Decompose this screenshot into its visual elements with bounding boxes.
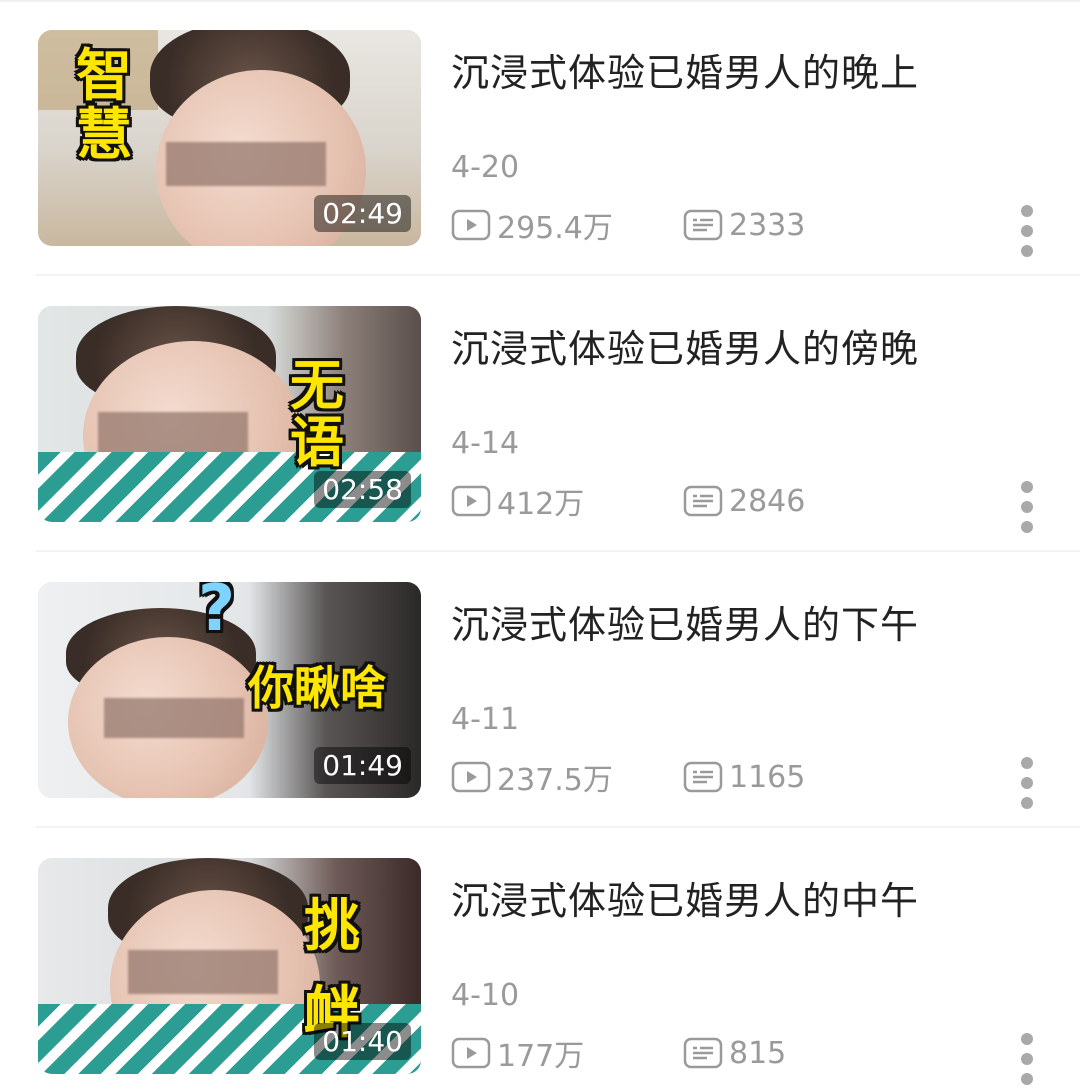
duration-badge: 02:58 <box>314 471 411 508</box>
more-vertical-icon[interactable] <box>1018 205 1036 257</box>
danmaku-count-value: 2333 <box>729 207 806 243</box>
play-count: 177万 <box>451 1033 585 1074</box>
video-item[interactable]: 挑 衅 01:40 沉浸式体验已婚男人的中午 4-10 177万 815 <box>0 828 1080 1090</box>
more-vertical-icon[interactable] <box>1018 1033 1036 1085</box>
danmaku-count-value: 1165 <box>729 759 806 795</box>
video-item[interactable]: ? 你瞅啥 01:49 沉浸式体验已婚男人的下午 4-11 237.5万 116… <box>0 552 1080 828</box>
danmaku-count-value: 815 <box>729 1035 787 1071</box>
thumbnail-caption: 无 语 <box>290 354 344 474</box>
play-count-value: 295.4万 <box>497 211 613 246</box>
video-title[interactable]: 沉浸式体验已婚男人的傍晚 <box>451 318 919 373</box>
danmaku-count-icon <box>683 761 723 793</box>
video-title[interactable]: 沉浸式体验已婚男人的中午 <box>451 870 919 925</box>
video-thumbnail[interactable]: 无 语 02:58 <box>38 306 421 522</box>
play-count-icon <box>451 485 491 517</box>
danmaku-count: 2846 <box>683 481 805 521</box>
video-thumbnail[interactable]: 挑 衅 01:40 <box>38 858 421 1074</box>
danmaku-count-icon <box>683 485 723 517</box>
play-count-value: 177万 <box>497 1039 585 1074</box>
play-count-icon <box>451 209 491 241</box>
video-item[interactable]: 无 语 02:58 沉浸式体验已婚男人的傍晚 4-14 412万 2846 <box>0 276 1080 552</box>
thumbnail-caption: 智 慧 <box>76 44 132 168</box>
play-count-value: 412万 <box>497 487 585 522</box>
play-count-icon <box>451 1037 491 1069</box>
duration-badge: 01:49 <box>314 747 411 784</box>
danmaku-count-value: 2846 <box>729 483 806 519</box>
video-date: 4-14 <box>451 426 520 461</box>
play-count-icon <box>451 761 491 793</box>
video-title[interactable]: 沉浸式体验已婚男人的晚上 <box>451 42 919 97</box>
play-count-value: 237.5万 <box>497 763 613 798</box>
danmaku-count-icon <box>683 209 723 241</box>
play-count: 237.5万 <box>451 757 613 798</box>
thumbnail-eye-blur <box>104 698 244 738</box>
video-title[interactable]: 沉浸式体验已婚男人的下午 <box>451 594 919 649</box>
thumbnail-eye-blur <box>166 142 326 186</box>
duration-badge: 02:49 <box>314 195 411 232</box>
play-count: 412万 <box>451 481 585 522</box>
video-date: 4-10 <box>451 978 520 1013</box>
more-vertical-icon[interactable] <box>1018 757 1036 809</box>
danmaku-count: 1165 <box>683 757 805 797</box>
video-date: 4-11 <box>451 702 520 737</box>
play-count: 295.4万 <box>451 205 613 246</box>
video-thumbnail[interactable]: 智 慧 02:49 <box>38 30 421 246</box>
thumbnail-eye-blur <box>98 412 248 456</box>
thumbnail-caption: 你瞅啥 <box>248 661 386 715</box>
duration-badge: 01:40 <box>314 1023 411 1060</box>
danmaku-count: 2333 <box>683 205 805 245</box>
thumbnail-caption-question: ? <box>198 582 236 646</box>
danmaku-count: 815 <box>683 1033 786 1073</box>
thumbnail-eye-blur <box>128 950 278 994</box>
video-list: 智 慧 02:49 沉浸式体验已婚男人的晚上 4-20 295.4万 2333 <box>0 0 1080 1090</box>
danmaku-count-icon <box>683 1037 723 1069</box>
video-date: 4-20 <box>451 150 520 185</box>
video-item[interactable]: 智 慧 02:49 沉浸式体验已婚男人的晚上 4-20 295.4万 2333 <box>0 0 1080 276</box>
more-vertical-icon[interactable] <box>1018 481 1036 533</box>
video-thumbnail[interactable]: ? 你瞅啥 01:49 <box>38 582 421 798</box>
